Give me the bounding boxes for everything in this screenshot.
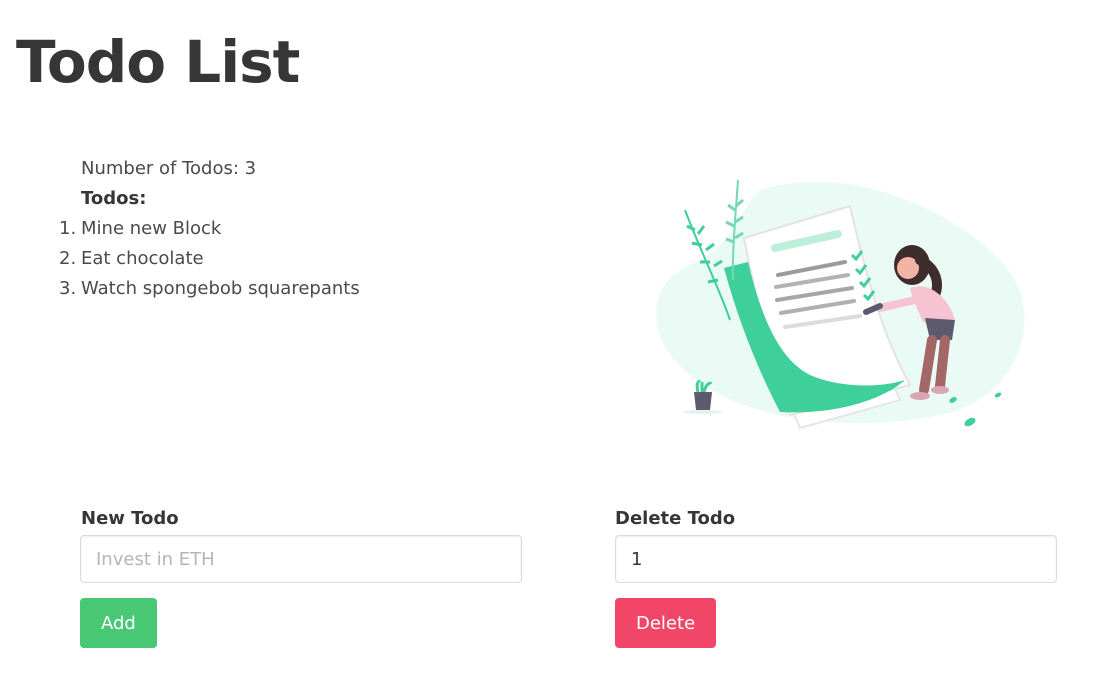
delete-todo-label: Delete Todo <box>615 508 736 529</box>
new-todo-label: New Todo <box>81 508 179 529</box>
delete-todo-input[interactable] <box>615 535 1057 583</box>
todo-list: 1. Mine new Block 2. Eat chocolate 3. Wa… <box>59 214 360 304</box>
list-item-text: Watch spongebob squarepants <box>81 278 360 299</box>
list-item: 3. Watch spongebob squarepants <box>59 274 360 304</box>
list-item-number: 2. <box>59 248 77 269</box>
todo-count: Number of Todos: 3 <box>81 158 257 179</box>
list-item-text: Mine new Block <box>81 218 222 239</box>
page-title: Todo List <box>16 28 300 96</box>
plant-pot <box>694 392 712 410</box>
todos-heading: Todos: <box>81 188 147 209</box>
list-item: 2. Eat chocolate <box>59 244 360 274</box>
list-item-number: 1. <box>59 218 77 239</box>
list-item-number: 3. <box>59 278 77 299</box>
new-todo-input[interactable] <box>80 535 522 583</box>
delete-button[interactable]: Delete <box>615 598 717 648</box>
add-button[interactable]: Add <box>80 598 157 648</box>
list-item: 1. Mine new Block <box>59 214 360 244</box>
todo-summary: Number of Todos: 3 Todos: 1. Mine new Bl… <box>59 154 360 304</box>
checklist-illustration <box>656 179 1025 430</box>
list-item-text: Eat chocolate <box>81 248 204 269</box>
